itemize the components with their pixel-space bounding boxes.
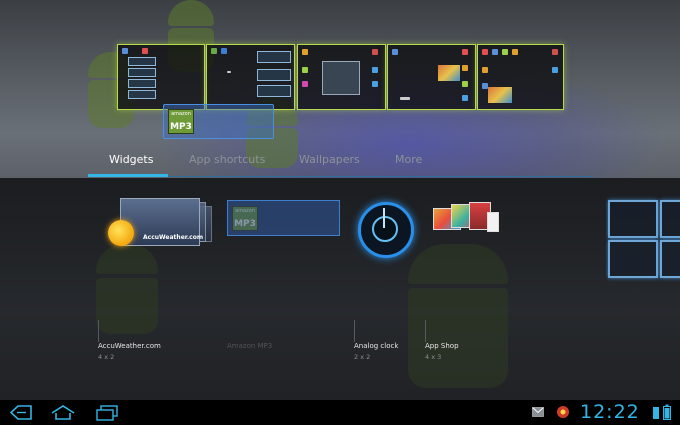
accuweather-sun-icon (108, 220, 134, 246)
widget-amazon-mp3[interactable]: amazon MP3 Amazon MP3 (227, 178, 342, 400)
grid-widget-cell (660, 200, 680, 238)
widget-picker-tabs: Widgets App shortcuts Wallpapers More (0, 146, 680, 178)
home-icon[interactable] (50, 403, 76, 422)
home-screen-panel-3[interactable] (297, 44, 386, 110)
tab-widgets[interactable]: Widgets (109, 153, 153, 166)
widget-name: Amazon MP3 (227, 342, 273, 350)
amazon-mp3-icon: amazon MP3 (168, 109, 194, 134)
amazon-mp3-placeholder: amazon MP3 (227, 200, 340, 236)
active-tab-indicator (88, 174, 168, 177)
widget-divider (425, 320, 426, 342)
widget-size: 4 x 3 (425, 353, 442, 361)
recent-apps-icon[interactable] (94, 403, 120, 422)
android-mascot-bg (168, 0, 214, 26)
analog-clock-icon (358, 202, 414, 258)
widget-size: 2 x 2 (354, 353, 371, 361)
signal-icon (653, 407, 659, 419)
home-screen-panel-5[interactable] (477, 44, 564, 110)
clock-hand (383, 208, 385, 228)
tab-wallpapers[interactable]: Wallpapers (299, 153, 360, 166)
widget-partial-next[interactable] (606, 178, 680, 400)
home-screen-preview-area: amazon MP3 Widgets App shortcuts Wallpap… (0, 0, 680, 178)
widget-analog-clock[interactable]: Analog clock 2 x 2 (354, 178, 424, 400)
notification-icon[interactable] (556, 405, 570, 419)
battery-icon (663, 404, 671, 420)
widget-size: 4 x 2 (98, 353, 115, 361)
home-screen-panel-4[interactable] (387, 44, 476, 110)
tab-more[interactable]: More (395, 153, 422, 166)
back-icon[interactable] (8, 403, 34, 422)
app-shop-card (487, 212, 499, 232)
widget-divider (98, 320, 99, 342)
grid-widget-cell (608, 240, 658, 278)
widget-name: App Shop (425, 342, 459, 350)
dragged-amazon-mp3-widget[interactable]: amazon MP3 (163, 104, 274, 139)
accuweather-preview-label: AccuWeather.com (143, 234, 204, 241)
home-screen-panel-1[interactable] (117, 44, 205, 110)
amazon-badge-label: amazon (235, 208, 255, 214)
widget-divider (354, 320, 355, 342)
clock-face (372, 216, 398, 242)
system-clock[interactable]: 12:22 (580, 401, 640, 423)
tab-app-shortcuts[interactable]: App shortcuts (189, 153, 265, 166)
amazon-mp3-icon: amazon MP3 (232, 206, 258, 231)
grid-widget-cell (608, 200, 658, 238)
amazon-badge-label: amazon (171, 111, 191, 117)
widget-name: Analog clock (354, 342, 399, 350)
home-screen-panel-2[interactable] (206, 44, 295, 110)
widget-gallery[interactable]: AccuWeather.com AccuWeather.com 4 x 2 am… (0, 178, 680, 400)
widget-app-shop[interactable]: App Shop 4 x 3 (425, 178, 515, 400)
mp3-badge-label: MP3 (170, 122, 192, 132)
gmail-icon[interactable] (532, 407, 544, 417)
system-bar: 12:22 (0, 400, 680, 425)
grid-widget-cell (660, 240, 680, 278)
widget-accuweather[interactable]: AccuWeather.com AccuWeather.com 4 x 2 (98, 178, 218, 400)
widget-name: AccuWeather.com (98, 342, 161, 350)
mp3-badge-label: MP3 (234, 219, 256, 229)
